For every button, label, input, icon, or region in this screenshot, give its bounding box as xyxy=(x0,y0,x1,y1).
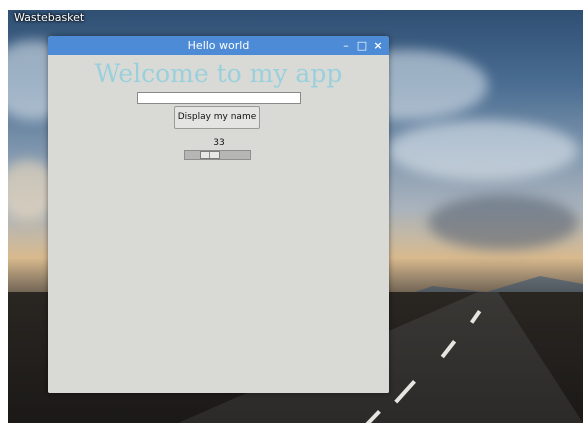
scale-slider-handle[interactable] xyxy=(200,151,220,159)
scale-trough[interactable] xyxy=(184,150,251,160)
cloud xyxy=(388,120,578,180)
close-button[interactable]: × xyxy=(371,36,385,55)
app-window: Hello world – □ × Welcome to my app Disp… xyxy=(48,36,389,393)
name-input[interactable] xyxy=(137,92,301,104)
welcome-heading: Welcome to my app xyxy=(94,59,343,88)
scale-value-label: 33 xyxy=(213,138,225,148)
maximize-button[interactable]: □ xyxy=(355,36,369,55)
window-title: Hello world xyxy=(187,39,250,52)
cloud xyxy=(428,195,578,250)
desktop: Wastebasket Hello world – □ × Welcome to… xyxy=(0,0,583,423)
minimize-button[interactable]: – xyxy=(339,36,353,55)
wastebasket-icon-label[interactable]: Wastebasket xyxy=(14,11,84,24)
window-titlebar[interactable]: Hello world – □ × xyxy=(48,36,389,55)
display-name-button[interactable]: Display my name xyxy=(174,106,260,129)
window-client-area: Welcome to my app Display my name 33 xyxy=(48,55,389,393)
